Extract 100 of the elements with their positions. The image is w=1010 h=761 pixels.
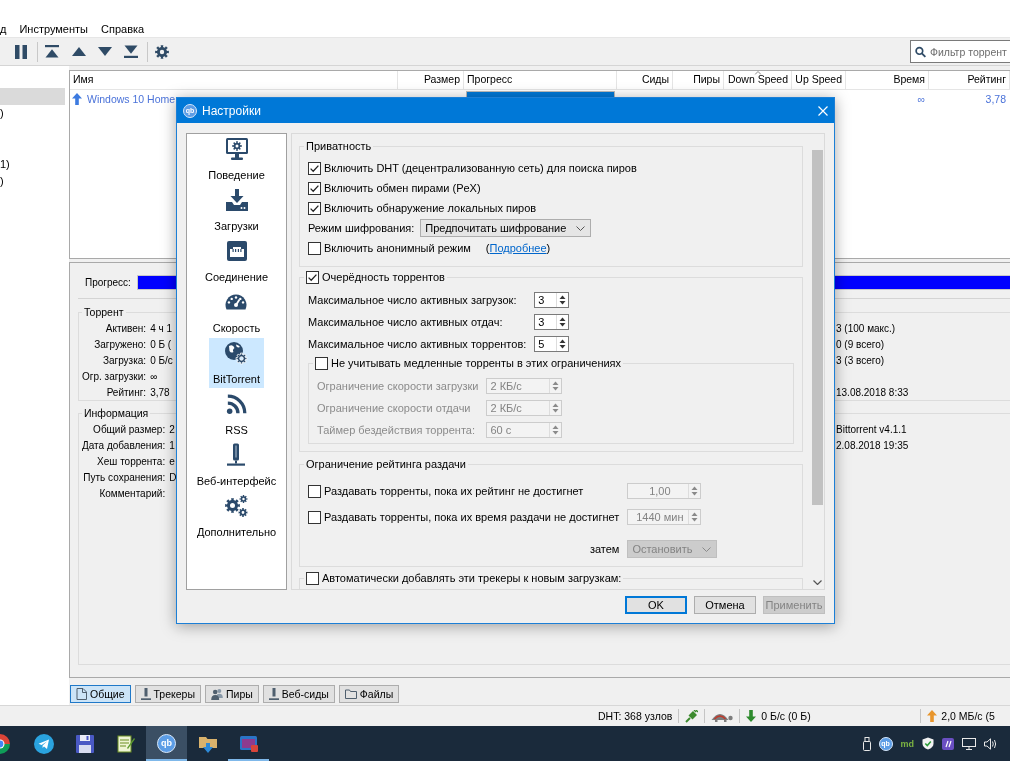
category-item[interactable]: Дополнительно xyxy=(192,491,281,541)
spinbox[interactable]: 2 КБ/с xyxy=(486,378,563,394)
category-item[interactable]: Поведение xyxy=(204,134,269,184)
chevron-down-icon[interactable] xyxy=(813,580,822,585)
group-title: Ограничение рейтинга раздачи xyxy=(305,458,467,471)
torrent-name: Windows 10 Home xyxy=(87,92,176,105)
menu-item[interactable]: Справка xyxy=(101,22,145,35)
category-item[interactable]: Веб-интерфейс xyxy=(192,440,281,490)
app-window-icon xyxy=(238,734,259,753)
field-value: 2 xyxy=(169,423,175,435)
checkbox-label[interactable]: Включить анонимный режим xyxy=(324,242,471,254)
field-label: Ограничение скорости загрузки xyxy=(317,380,479,392)
checkbox-label[interactable]: Раздавать торренты, пока их рейтинг не достигнет xyxy=(324,485,584,497)
checkbox[interactable] xyxy=(308,484,321,498)
settings-icon[interactable] xyxy=(155,44,169,59)
close-icon[interactable] xyxy=(818,105,828,116)
checkbox[interactable] xyxy=(306,572,319,585)
pause-icon[interactable] xyxy=(14,44,28,59)
category-item[interactable]: BitTorrent xyxy=(208,338,265,388)
field-value: 3 (3 всего) xyxy=(836,354,885,366)
checkbox[interactable] xyxy=(308,161,321,175)
panel-tab[interactable]: Файлы xyxy=(338,685,400,703)
field-value: 3,78 xyxy=(150,386,170,398)
menu-item[interactable]: д xyxy=(0,22,7,35)
details-link[interactable]: Подробнее xyxy=(489,242,547,254)
download-icon xyxy=(224,188,249,212)
category-item[interactable]: Скорость xyxy=(208,287,265,337)
field-label: Загрузка: xyxy=(102,354,147,366)
pin-icon xyxy=(268,688,279,700)
checkbox-label[interactable]: Раздавать торренты, пока их время раздачи не достигнет xyxy=(324,511,620,523)
checkbox-label[interactable]: Не учитывать медленные торренты в этих ограничениях xyxy=(331,357,622,370)
move-to-bottom-icon[interactable] xyxy=(124,45,138,58)
panel-tab[interactable]: Общие xyxy=(70,685,131,703)
dropdown[interactable]: Предпочитать шифрование xyxy=(420,219,592,237)
move-to-top-icon[interactable] xyxy=(45,45,59,58)
dialog-button[interactable]: Отмена xyxy=(694,596,756,614)
checkbox[interactable] xyxy=(308,201,321,215)
column-header[interactable]: Up Speed xyxy=(792,71,846,89)
column-header[interactable]: Down Speed xyxy=(724,71,792,89)
details-link-text: (Подробнее) xyxy=(485,242,551,254)
sidebar-item[interactable]: ) xyxy=(0,173,65,190)
checkbox-label[interactable]: Включить DHT (децентрализованную сеть) для поиска пиров xyxy=(324,162,637,174)
checkbox[interactable] xyxy=(308,241,321,255)
spinbox[interactable]: 3 xyxy=(534,292,570,308)
spinbox[interactable]: 2 КБ/с xyxy=(486,400,563,416)
speaker-icon[interactable] xyxy=(984,737,998,750)
column-header[interactable]: Прогресс xyxy=(464,71,617,89)
checkbox[interactable] xyxy=(308,181,321,195)
shield-icon[interactable] xyxy=(922,737,934,750)
checkbox-label[interactable]: Очерёдность торрентов xyxy=(322,271,445,284)
panel-tab[interactable]: Трекеры xyxy=(134,685,201,703)
checkbox-label[interactable]: Включить обнаружение локальных пиров xyxy=(324,202,537,214)
column-header[interactable]: Имя xyxy=(70,71,398,89)
panel-tab[interactable]: Пиры xyxy=(205,685,259,703)
sidebar-item[interactable]: 1) xyxy=(0,156,65,173)
notepad-icon xyxy=(116,734,135,753)
column-header[interactable]: Время xyxy=(846,71,929,89)
category-item[interactable]: RSS xyxy=(221,389,252,439)
column-header[interactable]: Размер xyxy=(398,71,464,89)
field-label: Путь сохранения: xyxy=(83,471,166,483)
search-icon xyxy=(915,45,926,58)
sidebar-item[interactable]: ) xyxy=(0,105,65,122)
field-label: Максимальное число активных отдач: xyxy=(308,316,503,328)
field-label: Хеш торрента: xyxy=(97,455,166,467)
category-item[interactable]: Загрузки xyxy=(210,185,263,235)
field-label: Максимальное число активных загрузок: xyxy=(308,294,517,306)
network-icon[interactable] xyxy=(962,737,976,750)
column-header[interactable]: Пиры xyxy=(673,71,724,89)
down-arrow-icon xyxy=(746,710,757,722)
category-item[interactable]: Соединение xyxy=(201,236,272,286)
column-header[interactable]: Сиды xyxy=(617,71,673,89)
group-title: Информация xyxy=(83,407,150,420)
search-field[interactable]: Фильтр торрент xyxy=(910,40,1010,63)
usb-drive-icon[interactable] xyxy=(862,736,871,751)
field-label: Дата добавления: xyxy=(82,439,166,451)
field-value: 0 Б/с xyxy=(150,354,173,366)
checkbox[interactable] xyxy=(315,357,328,370)
field-value: 0 Б ( xyxy=(150,338,172,350)
plug-icon[interactable] xyxy=(685,709,699,723)
menu-item[interactable]: Инструменты xyxy=(19,22,88,35)
checkbox[interactable] xyxy=(308,510,321,524)
spinbox[interactable]: 1,00 xyxy=(627,483,702,499)
checkbox-label[interactable]: Автоматически добавлять эти трекеры к новым загрузкам: xyxy=(322,572,622,585)
spinbox[interactable]: 5 xyxy=(534,336,570,352)
app-tile-icon[interactable] xyxy=(942,737,954,750)
people-icon xyxy=(211,688,223,700)
checkbox[interactable] xyxy=(306,271,319,284)
panel-tab[interactable]: Веб-сиды xyxy=(262,685,335,703)
column-header[interactable]: Рейтинг xyxy=(929,71,1010,89)
spinbox[interactable]: 1440 мин xyxy=(627,509,702,525)
tray-label[interactable]: md xyxy=(900,738,914,749)
network-port-icon xyxy=(224,239,249,263)
up-triangle-icon[interactable] xyxy=(72,47,86,56)
down-triangle-icon[interactable] xyxy=(98,47,112,56)
dialog-button[interactable]: OK xyxy=(625,596,687,614)
scrollbar-thumb[interactable] xyxy=(812,150,823,505)
checkbox-label[interactable]: Включить обмен пирами (PeX) xyxy=(324,182,481,194)
browser-icon xyxy=(0,733,11,754)
spinbox[interactable]: 3 xyxy=(534,314,570,330)
spinbox[interactable]: 60 с xyxy=(486,422,563,438)
